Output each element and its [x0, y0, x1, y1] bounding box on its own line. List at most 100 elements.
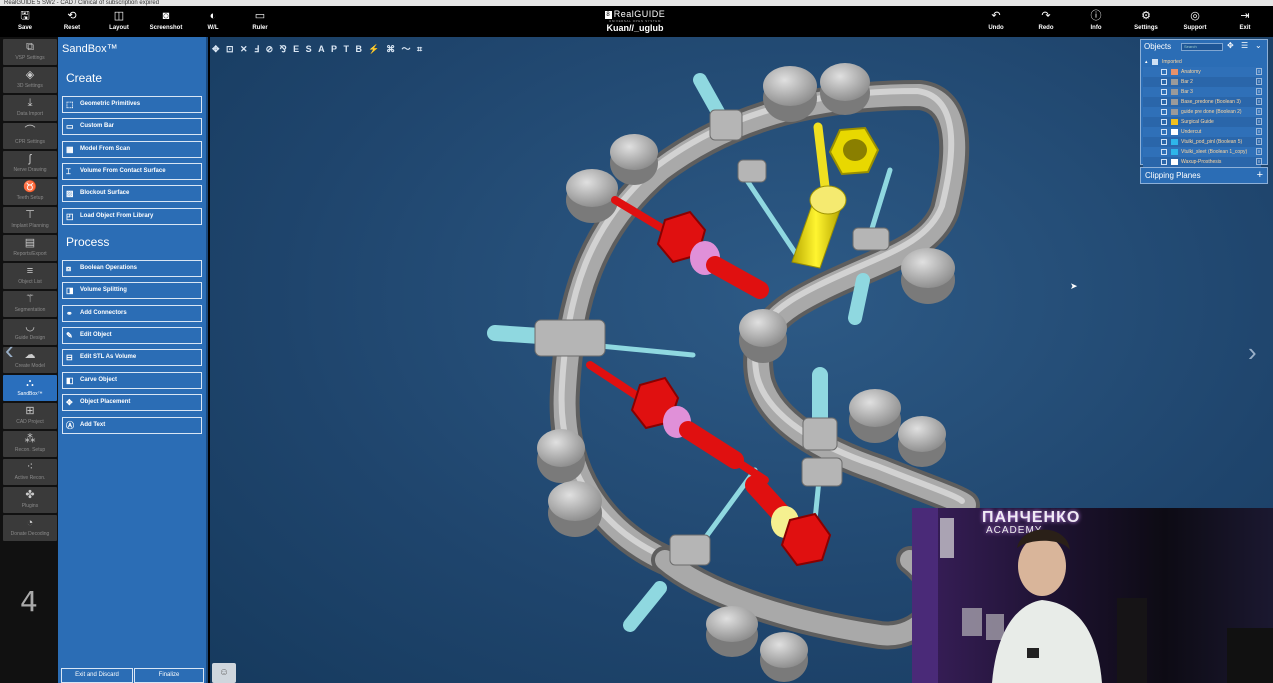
rail-prev-arrow-icon[interactable]: ‹ — [5, 335, 14, 366]
t-tool-button[interactable]: T — [343, 43, 349, 55]
lightning-tool-button[interactable]: ⚡ — [368, 43, 379, 55]
finalize-button[interactable]: Finalize — [134, 668, 204, 683]
carve-object-button[interactable]: ◧ Carve Object — [62, 372, 202, 389]
visibility-checkbox[interactable] — [1161, 139, 1167, 145]
rail-item-teeth-setup[interactable]: ♉ Teeth Setup — [3, 179, 57, 205]
object-menu-icon[interactable]: ≡ — [1256, 138, 1262, 145]
custom-bar-button[interactable]: ▭ Custom Bar — [62, 118, 202, 135]
object-row[interactable]: Vtulki_pod_pinl (Boolean 5) ≡ — [1143, 137, 1262, 147]
object-placement-button[interactable]: ✥ Object Placement — [62, 394, 202, 411]
edit-stl-volume-button[interactable]: ⊟ Edit STL As Volume — [62, 349, 202, 366]
reset-button[interactable]: ⟲ Reset — [50, 9, 94, 36]
objects-search-input[interactable]: Search — [1181, 43, 1223, 51]
close-tool-button[interactable]: ✕ — [240, 43, 248, 55]
volume-from-contact-button[interactable]: ⌶ Volume From Contact Surface — [62, 163, 202, 180]
object-row[interactable]: guide pre done (Boolean 2) ≡ — [1143, 107, 1262, 117]
screenshot-button[interactable]: ◙ Screenshot — [144, 9, 188, 36]
p-tool-button[interactable]: P — [331, 43, 337, 55]
object-menu-icon[interactable]: ≡ — [1256, 78, 1262, 85]
color-swatch[interactable] — [1171, 89, 1178, 95]
rail-item-cad-project[interactable]: ⊞ CAD Project — [3, 403, 57, 429]
ruler-button[interactable]: ▭ Ruler — [238, 9, 282, 36]
exit-button[interactable]: ⇥ Exit — [1223, 9, 1267, 36]
color-swatch[interactable] — [1171, 159, 1178, 165]
rail-item-object-list[interactable]: ≡ Object List — [3, 263, 57, 289]
visibility-checkbox[interactable] — [1161, 119, 1167, 125]
edit-object-button[interactable]: ✎ Edit Object — [62, 327, 202, 344]
object-row[interactable]: Surgical Guide ≡ — [1143, 117, 1262, 127]
color-swatch[interactable] — [1171, 129, 1178, 135]
visibility-checkbox[interactable] — [1161, 159, 1167, 165]
group-checkbox[interactable] — [1152, 59, 1158, 65]
e-tool-button[interactable]: E — [293, 43, 299, 55]
object-menu-icon[interactable]: ≡ — [1256, 108, 1262, 115]
object-row[interactable]: Base_predone (Boolean 3) ≡ — [1143, 97, 1262, 107]
object-row[interactable]: Anatomy ≡ — [1143, 67, 1262, 77]
visibility-checkbox[interactable] — [1161, 89, 1167, 95]
visibility-checkbox[interactable] — [1161, 79, 1167, 85]
rail-item-donate-decoding[interactable]: ◔ Donate Decoding — [3, 515, 57, 541]
pan-tool-button[interactable]: ✥ — [212, 43, 220, 55]
s-tool-button[interactable]: S — [306, 43, 312, 55]
object-menu-icon[interactable]: ≡ — [1256, 158, 1262, 165]
rail-item-plugins[interactable]: ✤ Plugins — [3, 487, 57, 513]
wl-button[interactable]: ◐ W/L — [191, 9, 235, 36]
blockout-surface-button[interactable]: ▨ Blockout Surface — [62, 185, 202, 202]
object-menu-icon[interactable]: ≡ — [1256, 148, 1262, 155]
implant-tool-button[interactable]: Ⅎ — [254, 43, 259, 55]
object-menu-icon[interactable]: ≡ — [1256, 118, 1262, 125]
color-swatch[interactable] — [1171, 139, 1178, 145]
add-plane-icon[interactable]: + — [1257, 168, 1263, 183]
rail-item-segmentation[interactable]: ⚚ Segmentation — [3, 291, 57, 317]
add-connectors-button[interactable]: ⚭ Add Connectors — [62, 305, 202, 322]
exit-discard-button[interactable]: Exit and Discard — [61, 668, 133, 683]
rail-item-sandbox[interactable]: ⛬ SandBox™ — [3, 375, 57, 401]
object-row[interactable]: Bar 2 ≡ — [1143, 77, 1262, 87]
rail-item-data-import[interactable]: ⤓ Data Import — [3, 95, 57, 121]
color-swatch[interactable] — [1171, 109, 1178, 115]
settings-button[interactable]: ⚙ Settings — [1124, 9, 1168, 36]
color-swatch[interactable] — [1171, 79, 1178, 85]
load-object-library-button[interactable]: ◰ Load Object From Library — [62, 208, 202, 225]
boolean-operations-button[interactable]: ⧈ Boolean Operations — [62, 260, 202, 277]
rail-item-recon-setup[interactable]: ⁂ Recon. Setup — [3, 431, 57, 457]
tree-group-imported[interactable]: ▴ Imported — [1143, 57, 1261, 67]
object-menu-icon[interactable]: ≡ — [1256, 128, 1262, 135]
add-text-button[interactable]: Ⓐ Add Text — [62, 417, 202, 434]
b-tool-button[interactable]: B — [355, 43, 362, 55]
path-tool-button[interactable]: ⌘ — [386, 43, 395, 55]
visibility-checkbox[interactable] — [1161, 129, 1167, 135]
object-row[interactable]: Waxup-Prosthesis ≡ — [1143, 157, 1262, 167]
move-icon[interactable]: ✥ — [1227, 41, 1234, 50]
color-swatch[interactable] — [1171, 99, 1178, 105]
color-swatch[interactable] — [1171, 119, 1178, 125]
object-row[interactable]: Undercut ≡ — [1143, 127, 1262, 137]
fit-tool-button[interactable]: ⊡ — [226, 43, 234, 55]
clipping-planes-header[interactable]: Clipping Planes + — [1140, 167, 1268, 184]
rail-item-active-recon[interactable]: ⁖ Active Recon. — [3, 459, 57, 485]
expand-icon[interactable]: ▴ — [1145, 57, 1148, 67]
next-arrow-icon[interactable]: › — [1248, 337, 1257, 368]
rail-item-nerve-drawing[interactable]: ʃ Nerve Drawing — [3, 151, 57, 177]
color-swatch[interactable] — [1171, 149, 1178, 155]
rail-item-implant-planning[interactable]: ⊤ Implant Planning — [3, 207, 57, 233]
object-menu-icon[interactable]: ≡ — [1256, 98, 1262, 105]
rail-item-cpr-settings[interactable]: ⌒ CPR Settings — [3, 123, 57, 149]
skull-thumbnail-icon[interactable]: ☺ — [212, 663, 236, 683]
visibility-checkbox[interactable] — [1161, 109, 1167, 115]
support-button[interactable]: ◎ Support — [1173, 9, 1217, 36]
visibility-checkbox[interactable] — [1161, 99, 1167, 105]
visibility-checkbox[interactable] — [1161, 69, 1167, 75]
object-row[interactable]: Vtulki_sleet (Boolean 1_copy) ≡ — [1143, 147, 1262, 157]
grid-tool-button[interactable]: ⌗ — [417, 43, 422, 55]
link-tool-button[interactable]: ⅋ — [280, 43, 287, 55]
curve-tool-button[interactable]: 〜 — [402, 43, 411, 55]
list-icon[interactable]: ☰ — [1241, 41, 1248, 50]
redo-button[interactable]: ↷ Redo — [1024, 9, 1068, 36]
save-button[interactable]: 🖫 Save — [3, 9, 47, 36]
geometric-primitives-button[interactable]: ⬚ Geometric Primitives — [62, 96, 202, 113]
layout-button[interactable]: ◫ Layout — [97, 9, 141, 36]
a-tool-button[interactable]: A — [318, 43, 325, 55]
visibility-checkbox[interactable] — [1161, 149, 1167, 155]
info-button[interactable]: ⓘ Info — [1074, 9, 1118, 36]
